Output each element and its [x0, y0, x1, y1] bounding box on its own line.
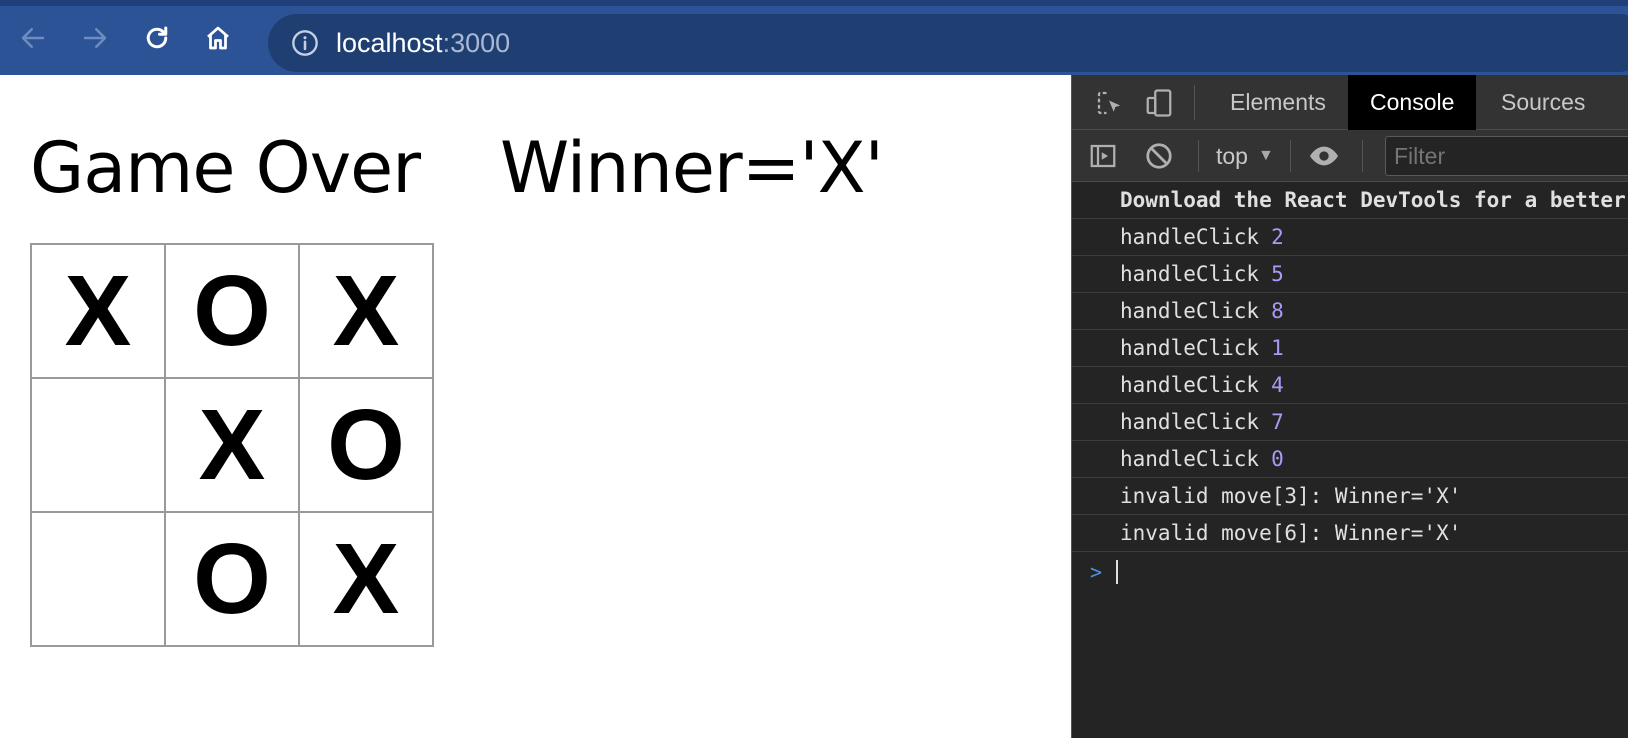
console-message: invalid move[6]: Winner='X' — [1072, 515, 1628, 552]
back-button[interactable] — [13, 18, 53, 58]
live-expression-button[interactable] — [1307, 139, 1341, 173]
board-cell-6[interactable] — [31, 512, 165, 646]
show-sidebar-button[interactable] — [1086, 139, 1120, 173]
back-icon — [21, 28, 45, 48]
tab-sources[interactable]: Sources — [1479, 75, 1607, 130]
message-number: 2 — [1271, 225, 1284, 249]
device-toolbar-button[interactable] — [1142, 86, 1176, 120]
inspect-element-button[interactable] — [1092, 86, 1126, 120]
message-text: handleClick — [1120, 299, 1260, 323]
tab-elements[interactable]: Elements — [1208, 75, 1348, 130]
dropdown-caret-icon: ▼ — [1257, 147, 1274, 164]
status-text: Game Over — [30, 127, 421, 209]
page-content: Game Over Winner='X' X O X X O O X — [0, 75, 1071, 738]
message-text: invalid move[3]: Winner='X' — [1120, 484, 1462, 508]
board-cell-3[interactable] — [31, 378, 165, 512]
sidebar-icon — [1090, 144, 1116, 168]
toolbar-separator — [1198, 140, 1199, 172]
reload-icon — [146, 26, 168, 49]
url-port: :3000 — [442, 27, 511, 58]
message-text: handleClick — [1120, 262, 1260, 286]
message-number: 0 — [1271, 447, 1284, 471]
console-message: handleClick 8 — [1072, 293, 1628, 330]
url-host: localhost — [336, 27, 443, 58]
address-bar[interactable]: localhost:3000 — [268, 14, 1628, 72]
message-text: invalid move[6]: Winner='X' — [1120, 521, 1462, 545]
board-cell-1[interactable]: O — [165, 244, 299, 378]
info-icon[interactable] — [290, 28, 320, 58]
board-cell-0[interactable]: X — [31, 244, 165, 378]
console-message: handleClick 4 — [1072, 367, 1628, 404]
message-text: handleClick — [1120, 410, 1260, 434]
message-text: Download the React DevTools for a better — [1120, 188, 1626, 212]
home-icon — [207, 26, 229, 50]
board-cell-2[interactable]: X — [299, 244, 433, 378]
eye-icon — [1310, 146, 1338, 166]
browser-toolbar: localhost:3000 — [0, 0, 1628, 75]
console-message: handleClick 5 — [1072, 256, 1628, 293]
console-message: handleClick 0 — [1072, 441, 1628, 478]
clear-console-button[interactable] — [1142, 139, 1176, 173]
message-text: handleClick — [1120, 225, 1260, 249]
tab-separator — [1194, 85, 1195, 120]
inspect-icon — [1097, 91, 1121, 115]
message-text: handleClick — [1120, 373, 1260, 397]
text-cursor — [1116, 560, 1119, 584]
context-selector[interactable]: top ▼ — [1216, 138, 1274, 174]
console-message: handleClick 1 — [1072, 330, 1628, 367]
message-number: 7 — [1271, 410, 1284, 434]
board-cell-4[interactable]: X — [165, 378, 299, 512]
devtools-panel: Elements Console Sources top ▼ Download t… — [1071, 75, 1628, 738]
toolbar-separator — [1362, 140, 1363, 172]
message-text: handleClick — [1120, 336, 1260, 360]
console-output: Download the React DevTools for a better… — [1072, 182, 1628, 592]
game-board: X O X X O O X — [30, 243, 434, 647]
console-message: handleClick 7 — [1072, 404, 1628, 441]
board-cell-8[interactable]: X — [299, 512, 433, 646]
filter-input[interactable] — [1385, 136, 1628, 176]
toolbar-separator — [1290, 140, 1291, 172]
message-text: handleClick — [1120, 447, 1260, 471]
board-cell-5[interactable]: O — [299, 378, 433, 512]
console-message: invalid move[3]: Winner='X' — [1072, 478, 1628, 515]
message-number: 8 — [1271, 299, 1284, 323]
clear-icon — [1146, 143, 1172, 169]
console-toolbar: top ▼ — [1072, 130, 1628, 182]
message-number: 4 — [1271, 373, 1284, 397]
prompt-chevron-icon: > — [1090, 560, 1103, 584]
board-cell-7[interactable]: O — [165, 512, 299, 646]
forward-button[interactable] — [75, 18, 115, 58]
console-message: handleClick 2 — [1072, 219, 1628, 256]
message-number: 5 — [1271, 262, 1284, 286]
winner-text: Winner='X' — [500, 127, 884, 209]
console-message: Download the React DevTools for a better — [1072, 182, 1628, 219]
device-icon — [1146, 89, 1172, 117]
reload-button[interactable] — [137, 18, 177, 58]
forward-icon — [83, 28, 107, 48]
game-status: Game Over Winner='X' — [30, 127, 884, 209]
url-text: localhost:3000 — [336, 28, 510, 59]
home-button[interactable] — [198, 18, 238, 58]
tab-console[interactable]: Console — [1348, 75, 1477, 130]
message-number: 1 — [1271, 336, 1284, 360]
devtools-tabbar: Elements Console Sources — [1072, 75, 1628, 130]
console-prompt[interactable]: > — [1072, 552, 1628, 592]
context-label: top — [1216, 142, 1248, 169]
